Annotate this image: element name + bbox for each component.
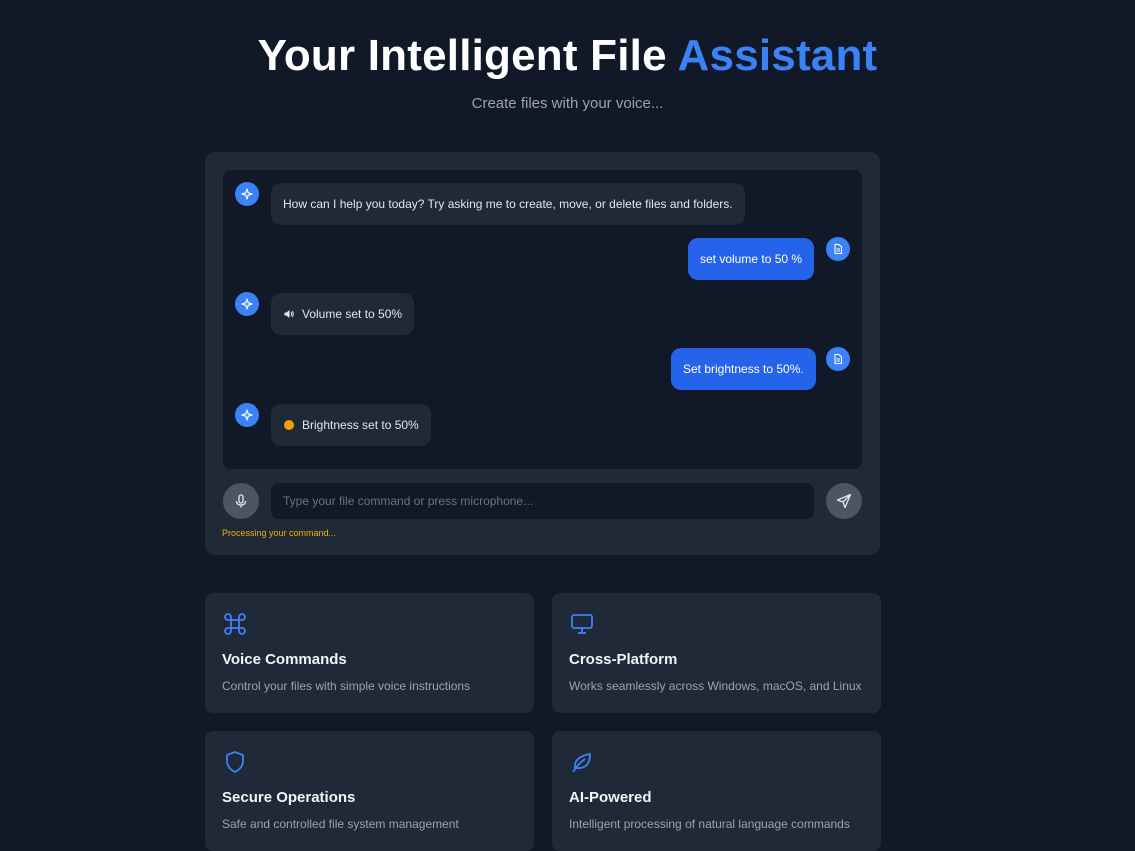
sparkle-icon xyxy=(241,298,253,310)
page-subtitle: Create files with your voice... xyxy=(471,95,664,112)
speaker-icon xyxy=(283,308,295,320)
message-text: How can I help you today? Try asking me … xyxy=(283,197,733,211)
assistant-message: Brightness set to 50% xyxy=(271,404,431,446)
microphone-icon xyxy=(235,494,247,508)
command-input[interactable] xyxy=(271,483,814,519)
document-icon xyxy=(834,353,843,365)
message-text: Set brightness to 50%. xyxy=(683,362,804,376)
assistant-message: How can I help you today? Try asking me … xyxy=(271,183,745,225)
status-text: Processing your command... xyxy=(222,528,337,538)
page: Your Intelligent File Assistant Create f… xyxy=(0,0,1135,851)
sparkle-icon xyxy=(241,188,253,200)
brightness-dot-icon xyxy=(283,419,295,431)
feature-card-secure-operations: Secure Operations Safe and controlled fi… xyxy=(205,731,534,851)
feature-description: Safe and controlled file system manageme… xyxy=(222,817,459,831)
document-icon xyxy=(834,243,843,255)
feature-title: Cross-Platform xyxy=(569,651,678,668)
chat-card: How can I help you today? Try asking me … xyxy=(205,152,880,555)
feature-title: Voice Commands xyxy=(222,651,347,668)
page-title: Your Intelligent File Assistant xyxy=(0,30,1135,82)
monitor-icon xyxy=(571,614,593,634)
message-text: Brightness set to 50% xyxy=(302,418,419,432)
feature-card-ai-powered: AI-Powered Intelligent processing of nat… xyxy=(552,731,881,851)
feature-description: Works seamlessly across Windows, macOS, … xyxy=(569,679,862,693)
feature-card-cross-platform: Cross-Platform Works seamlessly across W… xyxy=(552,593,881,713)
feature-title: Secure Operations xyxy=(222,789,356,806)
send-button[interactable] xyxy=(826,483,862,519)
feature-card-voice-commands: Voice Commands Control your files with s… xyxy=(205,593,534,713)
assistant-avatar xyxy=(235,403,259,427)
user-avatar xyxy=(826,347,850,371)
assistant-avatar xyxy=(235,182,259,206)
user-message: set volume to 50 % xyxy=(688,238,815,280)
message-text: Volume set to 50% xyxy=(302,307,403,321)
message-text: set volume to 50 % xyxy=(700,252,803,266)
user-message: Set brightness to 50%. xyxy=(671,348,816,390)
assistant-message: Volume set to 50% xyxy=(271,293,415,335)
assistant-avatar xyxy=(235,292,259,316)
title-main: Your Intelligent File xyxy=(257,31,678,80)
feature-description: Control your files with simple voice ins… xyxy=(222,679,471,693)
leaf-icon xyxy=(572,753,591,773)
user-avatar xyxy=(826,237,850,261)
feature-title: AI-Powered xyxy=(569,789,652,806)
shield-icon xyxy=(226,751,244,773)
microphone-button[interactable] xyxy=(223,483,259,519)
chat-window[interactable]: How can I help you today? Try asking me … xyxy=(223,170,862,469)
command-key-icon xyxy=(224,613,246,635)
title-accent: Assistant xyxy=(677,31,878,80)
feature-description: Intelligent processing of natural langua… xyxy=(569,817,850,831)
send-icon xyxy=(836,493,852,509)
sparkle-icon xyxy=(241,409,253,421)
